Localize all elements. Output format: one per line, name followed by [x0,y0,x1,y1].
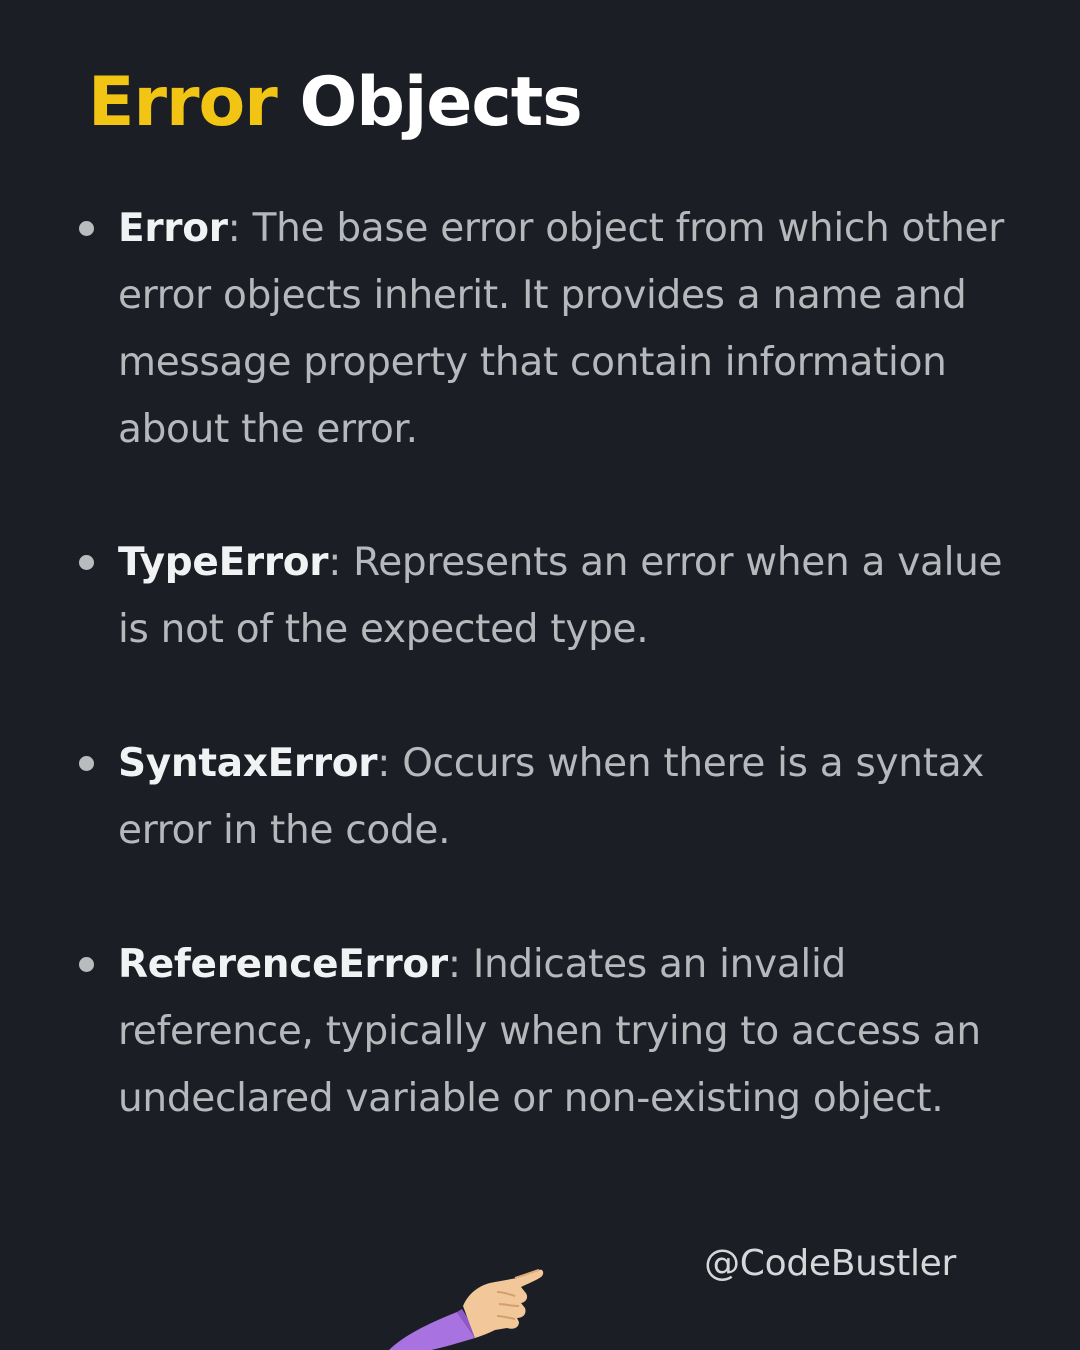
author-handle: @CodeBustler [704,1243,956,1284]
title-rest: Objects [299,63,582,142]
list-item-syntaxerror: SyntaxError: Occurs when there is a synt… [79,730,1018,864]
list-item-referenceerror: ReferenceError: Indicates an invalid ref… [79,931,1018,1132]
pointing-hand-icon [389,1269,544,1350]
list-item-error: Error: The base error object from which … [79,195,1018,463]
bullet-icon [79,555,94,570]
item-term: Error [118,206,228,251]
item-separator: : [447,942,461,987]
bullet-icon [79,221,94,236]
item-separator: : [227,206,241,251]
item-separator: : [377,741,391,786]
bullet-icon [79,957,94,972]
item-term: SyntaxError [118,741,378,786]
page-title: Error Objects [88,58,583,148]
item-description: The base error object from which other e… [118,206,1004,452]
item-separator: : [328,540,342,585]
bullet-icon [79,756,94,771]
item-term: ReferenceError [118,942,448,987]
item-term: TypeError [118,540,329,585]
list-item-typeerror: TypeError: Represents an error when a va… [79,529,1018,663]
title-accent: Error [88,63,278,142]
